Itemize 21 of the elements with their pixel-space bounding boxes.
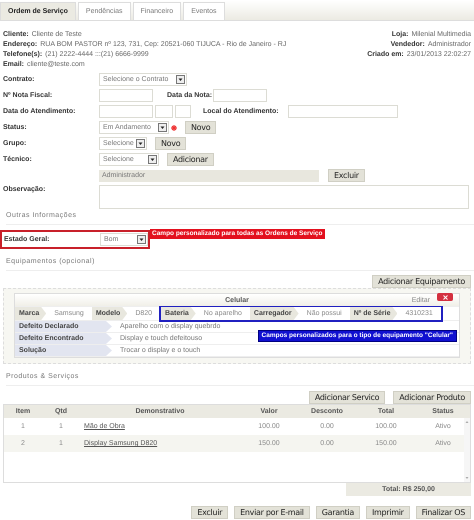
input-field[interactable] <box>288 105 398 118</box>
button[interactable]: Adicionar <box>167 153 214 166</box>
input-field[interactable] <box>175 105 191 118</box>
button[interactable]: Excluir <box>328 169 365 182</box>
button[interactable]: Adicionar Servico <box>308 391 386 404</box>
button[interactable]: Adicionar Produto <box>393 391 471 404</box>
button[interactable]: Novo <box>185 121 216 134</box>
button[interactable]: Imprimir <box>366 506 410 519</box>
close-button[interactable] <box>437 293 453 301</box>
button[interactable]: Finalizar OS <box>416 506 471 519</box>
button[interactable]: Enviar por E-mail <box>234 506 310 519</box>
close-icon <box>442 294 448 300</box>
observation-field[interactable] <box>99 185 469 209</box>
input-field[interactable] <box>99 89 153 102</box>
button[interactable]: Adicionar Equipamento <box>372 275 471 288</box>
input-field[interactable] <box>155 105 173 118</box>
input-field[interactable] <box>99 105 153 118</box>
button[interactable]: Novo <box>155 137 186 150</box>
button[interactable]: Garantia <box>316 506 360 519</box>
input-field[interactable] <box>213 89 267 102</box>
button[interactable]: Excluir <box>191 506 228 519</box>
